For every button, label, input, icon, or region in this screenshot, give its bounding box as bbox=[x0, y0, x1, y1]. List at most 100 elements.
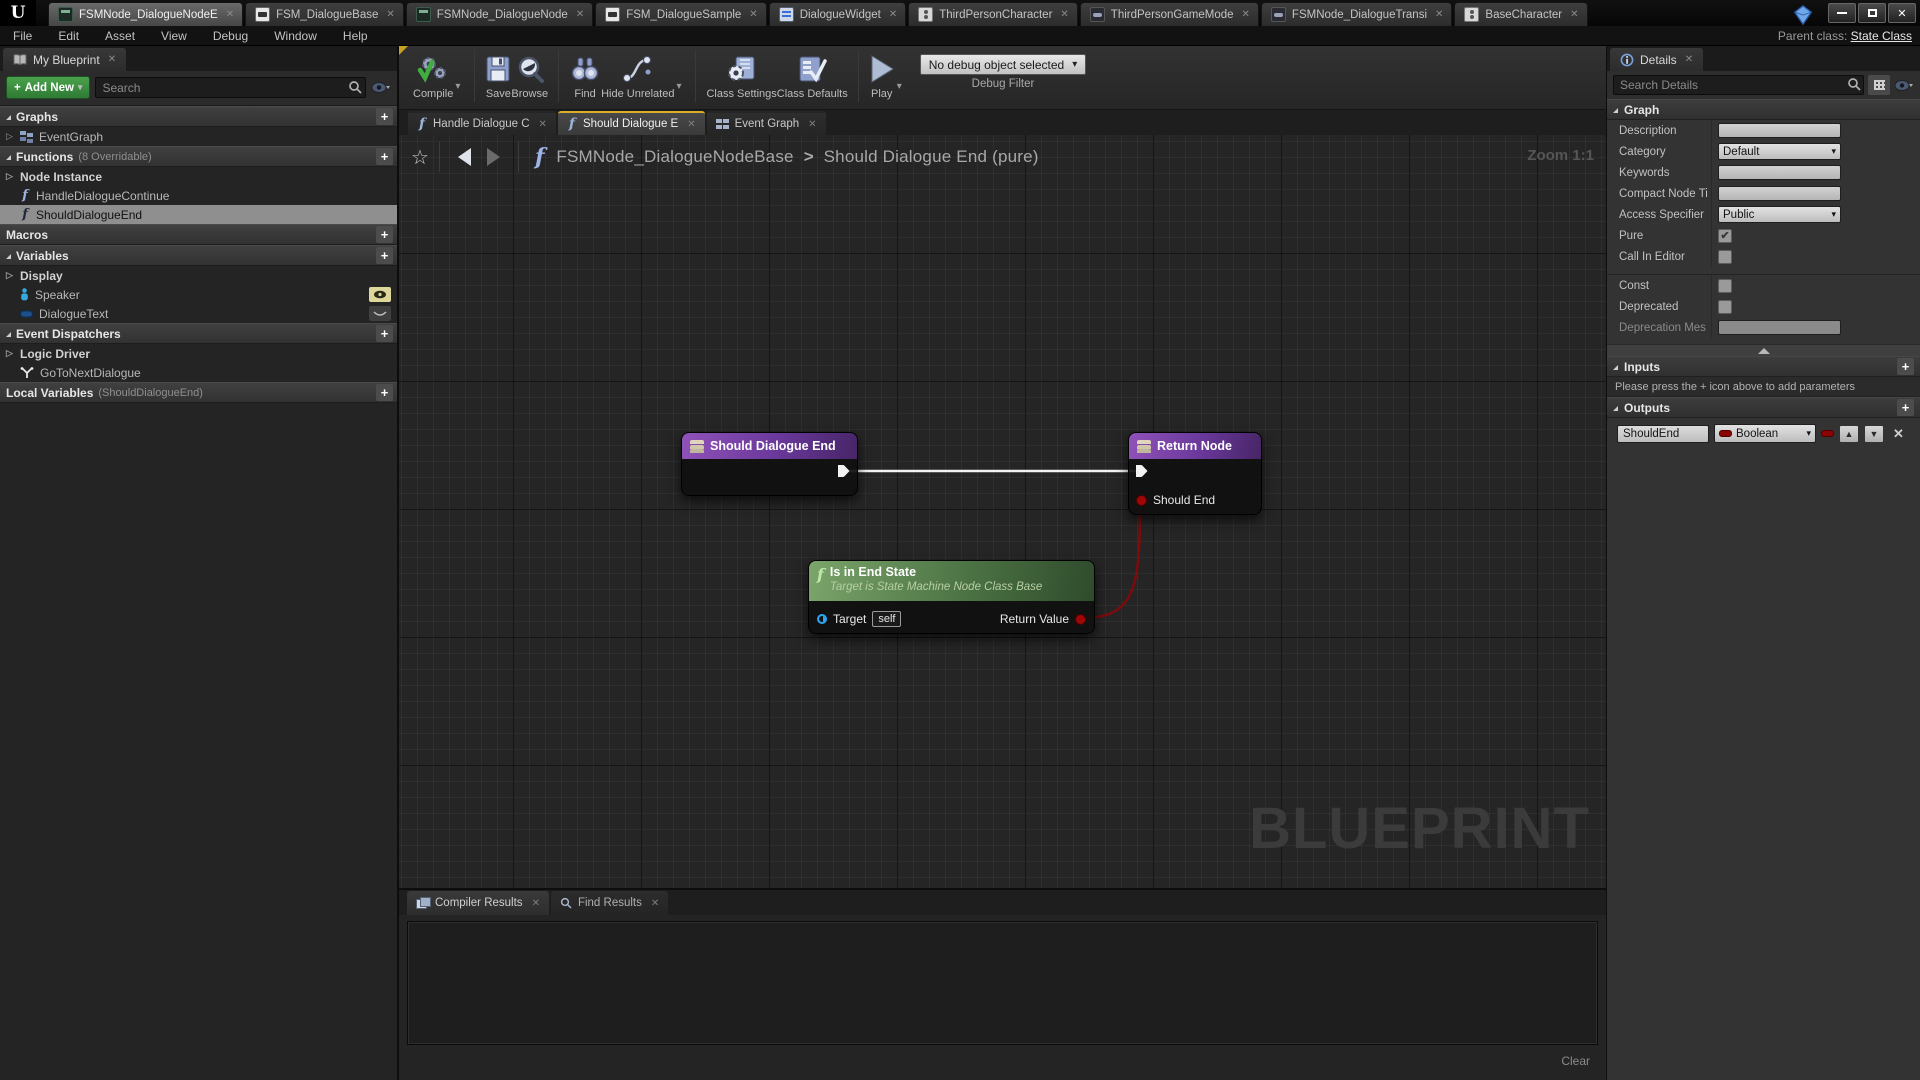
close-icon[interactable]: ✕ bbox=[651, 898, 659, 909]
menu-asset[interactable]: Asset bbox=[92, 29, 148, 43]
move-up-button[interactable]: ▲ bbox=[1839, 425, 1859, 443]
minimize-button[interactable] bbox=[1828, 3, 1856, 23]
asset-tab-thirdpersoncharacter[interactable]: ThirdPersonCharacter ✕ bbox=[908, 2, 1078, 26]
menu-help[interactable]: Help bbox=[330, 29, 381, 43]
close-icon[interactable]: ✕ bbox=[539, 119, 547, 130]
visibility-eye-off-icon[interactable] bbox=[369, 306, 391, 321]
add-new-button[interactable]: + Add New ▾ bbox=[6, 76, 90, 99]
asset-tab-fsm-dialoguesample[interactable]: FSM_DialogueSample ✕ bbox=[595, 2, 766, 26]
tree-category-node-instance[interactable]: ▷ Node Instance bbox=[0, 167, 397, 186]
event-dispatchers-section-header[interactable]: Event Dispatchers + bbox=[0, 323, 397, 344]
close-icon[interactable]: ✕ bbox=[808, 119, 816, 130]
details-search-input[interactable] bbox=[1613, 75, 1864, 95]
menu-debug[interactable]: Debug bbox=[200, 29, 261, 43]
expand-arrow-icon[interactable]: ▷ bbox=[6, 348, 14, 359]
play-options-caret-icon[interactable]: ▾ bbox=[897, 81, 902, 92]
browse-button[interactable]: Browse bbox=[511, 46, 548, 100]
blueprint-graph-canvas[interactable]: ☆ f FSMNode_DialogueNodeBase > Should Di… bbox=[399, 135, 1606, 888]
property-matrix-button[interactable] bbox=[1868, 75, 1890, 95]
add-function-button[interactable]: + bbox=[376, 148, 393, 165]
tree-item-gotonextdialogue[interactable]: GoToNextDialogue bbox=[0, 363, 397, 382]
close-icon[interactable]: ✕ bbox=[1570, 9, 1578, 20]
menu-view[interactable]: View bbox=[148, 29, 200, 43]
display-filter-eye-icon[interactable] bbox=[1894, 79, 1914, 92]
call-in-editor-checkbox[interactable] bbox=[1718, 250, 1732, 264]
macros-section-header[interactable]: Macros + bbox=[0, 224, 397, 245]
add-graph-button[interactable]: + bbox=[376, 108, 393, 125]
menu-edit[interactable]: Edit bbox=[45, 29, 92, 43]
expand-arrow-icon[interactable]: ▷ bbox=[6, 270, 14, 281]
breadcrumb-current[interactable]: Should Dialogue End (pure) bbox=[824, 147, 1039, 167]
close-icon[interactable]: ✕ bbox=[108, 54, 116, 65]
doc-tab-handle-dialogue[interactable]: f Handle Dialogue C ✕ bbox=[408, 111, 556, 135]
close-icon[interactable]: ✕ bbox=[1242, 9, 1250, 20]
advanced-expander[interactable] bbox=[1607, 344, 1920, 356]
compile-options-caret-icon[interactable]: ▾ bbox=[455, 81, 460, 92]
functions-section-header[interactable]: Functions (8 Overridable) + bbox=[0, 146, 397, 167]
compiler-results-tab[interactable]: Compiler Results ✕ bbox=[407, 891, 549, 915]
close-icon[interactable]: ✕ bbox=[1435, 9, 1443, 20]
compact-node-title-field[interactable] bbox=[1718, 186, 1841, 201]
my-blueprint-tab[interactable]: My Blueprint ✕ bbox=[3, 48, 126, 71]
variables-section-header[interactable]: Variables + bbox=[0, 245, 397, 266]
menu-window[interactable]: Window bbox=[261, 29, 330, 43]
output-type-dropdown[interactable]: Boolean ▾ bbox=[1714, 424, 1816, 443]
outputs-section-header[interactable]: Outputs + bbox=[1607, 397, 1920, 418]
save-button[interactable]: Save bbox=[485, 46, 511, 100]
move-down-button[interactable]: ▼ bbox=[1864, 425, 1884, 443]
close-icon[interactable]: ✕ bbox=[1685, 54, 1693, 65]
add-variable-button[interactable]: + bbox=[376, 247, 393, 264]
access-specifier-dropdown[interactable]: Public ▾ bbox=[1718, 206, 1841, 223]
menu-file[interactable]: File bbox=[0, 29, 45, 43]
clear-button[interactable]: Clear bbox=[1561, 1054, 1590, 1068]
restore-button[interactable] bbox=[1858, 3, 1886, 23]
const-checkbox[interactable] bbox=[1718, 279, 1732, 293]
debug-object-dropdown[interactable]: No debug object selected ▾ bbox=[920, 54, 1086, 75]
asset-tab-fsm-dialoguebase[interactable]: FSM_DialogueBase ✕ bbox=[245, 2, 404, 26]
visibility-eye-on-icon[interactable] bbox=[369, 287, 391, 302]
tree-item-shoulddialogueend[interactable]: f ShouldDialogueEnd bbox=[0, 205, 397, 224]
breadcrumb-root[interactable]: FSMNode_DialogueNodeBase bbox=[556, 147, 793, 167]
asset-tab-basecharacter[interactable]: BaseCharacter ✕ bbox=[1454, 2, 1587, 26]
asset-tab-fsmnode-dialoguenode[interactable]: FSMNode_DialogueNode ✕ bbox=[406, 2, 593, 26]
add-macro-button[interactable]: + bbox=[376, 226, 393, 243]
close-icon[interactable]: ✕ bbox=[1060, 9, 1068, 20]
output-name-field[interactable]: ShouldEnd bbox=[1617, 425, 1709, 443]
tree-category-display[interactable]: ▷ Display bbox=[0, 266, 397, 285]
close-button[interactable]: ✕ bbox=[1888, 3, 1916, 23]
node-return[interactable]: Return Node Should End bbox=[1128, 432, 1262, 515]
filter-visibility-eye-icon[interactable] bbox=[371, 81, 391, 94]
local-variables-section-header[interactable]: Local Variables (ShouldDialogueEnd) + bbox=[0, 382, 397, 403]
nav-forward-icon[interactable] bbox=[487, 148, 500, 166]
class-defaults-button[interactable]: Class Defaults bbox=[777, 46, 848, 100]
asset-tab-thirdpersongamemode[interactable]: ThirdPersonGameMode ✕ bbox=[1080, 2, 1259, 26]
expand-arrow-icon[interactable]: ▷ bbox=[6, 131, 14, 142]
remove-output-button[interactable]: ✕ bbox=[1893, 426, 1904, 442]
pure-checkbox-checked[interactable]: ✔ bbox=[1718, 229, 1732, 243]
close-icon[interactable]: ✕ bbox=[687, 119, 695, 130]
close-icon[interactable]: ✕ bbox=[226, 9, 234, 20]
close-icon[interactable]: ✕ bbox=[576, 9, 584, 20]
node-should-dialogue-end[interactable]: Should Dialogue End bbox=[681, 432, 858, 496]
bool-output-pin[interactable] bbox=[1075, 614, 1086, 625]
hide-unrelated-caret-icon[interactable]: ▾ bbox=[676, 81, 681, 92]
parent-class-value[interactable]: State Class bbox=[1851, 29, 1912, 43]
marketplace-icon[interactable] bbox=[1792, 4, 1814, 26]
asset-tab-fsmnode-dialoguenodebase[interactable]: FSMNode_DialogueNodeE ✕ bbox=[48, 2, 243, 26]
asset-tab-fsmnode-dialoguetransition[interactable]: FSMNode_DialogueTransi ✕ bbox=[1261, 2, 1452, 26]
exec-output-pin[interactable] bbox=[837, 464, 851, 478]
class-settings-button[interactable]: Class Settings bbox=[706, 46, 776, 100]
doc-tab-event-graph[interactable]: Event Graph ✕ bbox=[707, 111, 826, 135]
close-icon[interactable]: ✕ bbox=[532, 898, 540, 909]
add-input-button[interactable]: + bbox=[1897, 358, 1914, 375]
close-icon[interactable]: ✕ bbox=[386, 9, 394, 20]
tree-item-speaker-variable[interactable]: Speaker bbox=[0, 285, 397, 304]
graph-section-header[interactable]: Graph bbox=[1607, 99, 1920, 120]
category-dropdown[interactable]: Default ▾ bbox=[1718, 143, 1841, 160]
compile-button[interactable]: Compile bbox=[413, 46, 453, 100]
details-tab[interactable]: Details ✕ bbox=[1610, 48, 1703, 71]
nav-back-icon[interactable] bbox=[458, 148, 471, 166]
self-pin-value[interactable]: self bbox=[872, 611, 901, 627]
keywords-field[interactable] bbox=[1718, 165, 1841, 180]
add-output-button[interactable]: + bbox=[1897, 399, 1914, 416]
